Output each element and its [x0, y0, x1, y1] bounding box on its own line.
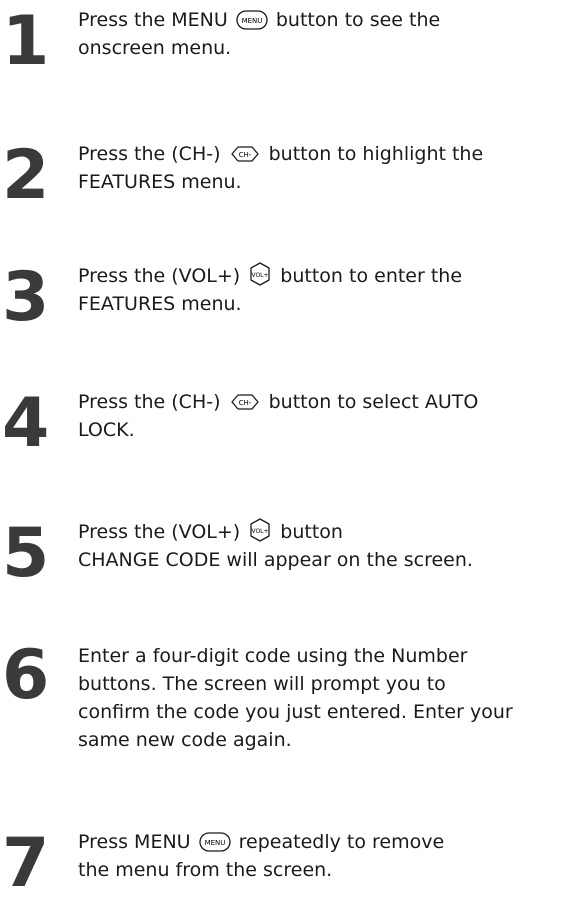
step-line: Press the (VOL+) VOL+ button	[78, 518, 564, 546]
step-text: Press the (VOL+) VOL+ button to enter th…	[78, 262, 564, 318]
step-line: LOCK.	[78, 419, 135, 441]
step-line: the menu from the screen.	[78, 859, 333, 881]
menu-button-icon: MENU	[198, 832, 231, 852]
step-number: 7	[2, 824, 49, 903]
step-line: Press the (CH-) CH- button to select AUT…	[78, 391, 479, 413]
step-text: Enter a four-digit code using the Number…	[78, 642, 564, 754]
step-number: 5	[2, 514, 49, 593]
step-line: FEATURES menu.	[78, 293, 242, 315]
step-number: 1	[2, 2, 49, 81]
svg-text:CH-: CH-	[238, 399, 251, 407]
ch-minus-button-icon: CH-	[229, 392, 261, 412]
step-line: FEATURES menu.	[78, 171, 242, 193]
step-line: confirm the code you just entered. Enter…	[78, 701, 513, 723]
step-line: CHANGE CODE will appear on the screen.	[78, 549, 473, 571]
step-line: Press MENU MENU repeatedly to remove	[78, 831, 445, 853]
svg-text:MENU: MENU	[204, 839, 225, 847]
step-line: Press the (VOL+) VOL+ button to enter th…	[78, 262, 564, 290]
step-text: Press the (CH-) CH- button to highlight …	[78, 140, 564, 196]
step-number: 2	[2, 136, 49, 215]
step-text: Press the (VOL+) VOL+ button CHANGE CODE…	[78, 518, 564, 574]
ch-minus-button-icon: CH-	[229, 144, 261, 164]
vol-plus-button-icon: VOL+	[248, 518, 272, 542]
step-number: 6	[2, 636, 49, 715]
step-number: 3	[2, 258, 49, 337]
step-number: 4	[2, 384, 49, 463]
svg-text:MENU: MENU	[241, 17, 262, 25]
svg-text:VOL+: VOL+	[252, 272, 269, 279]
step-line: buttons. The screen will prompt you to	[78, 673, 446, 695]
step-line: Enter a four-digit code using the Number	[78, 645, 468, 667]
vol-plus-button-icon: VOL+	[248, 262, 272, 286]
step-text: Press the MENU MENU button to see the on…	[78, 6, 564, 62]
step-text: Press MENU MENU repeatedly to remove the…	[78, 828, 564, 884]
svg-text:VOL+: VOL+	[252, 528, 269, 535]
step-line: onscreen menu.	[78, 37, 232, 59]
step-line: same new code again.	[78, 729, 292, 751]
step-text: Press the (CH-) CH- button to select AUT…	[78, 388, 564, 444]
menu-button-icon: MENU	[236, 10, 268, 30]
step-line: Press the (CH-) CH- button to highlight …	[78, 143, 484, 165]
svg-text:CH-: CH-	[238, 151, 251, 159]
step-line: Press the MENU MENU button to see the	[78, 9, 441, 31]
